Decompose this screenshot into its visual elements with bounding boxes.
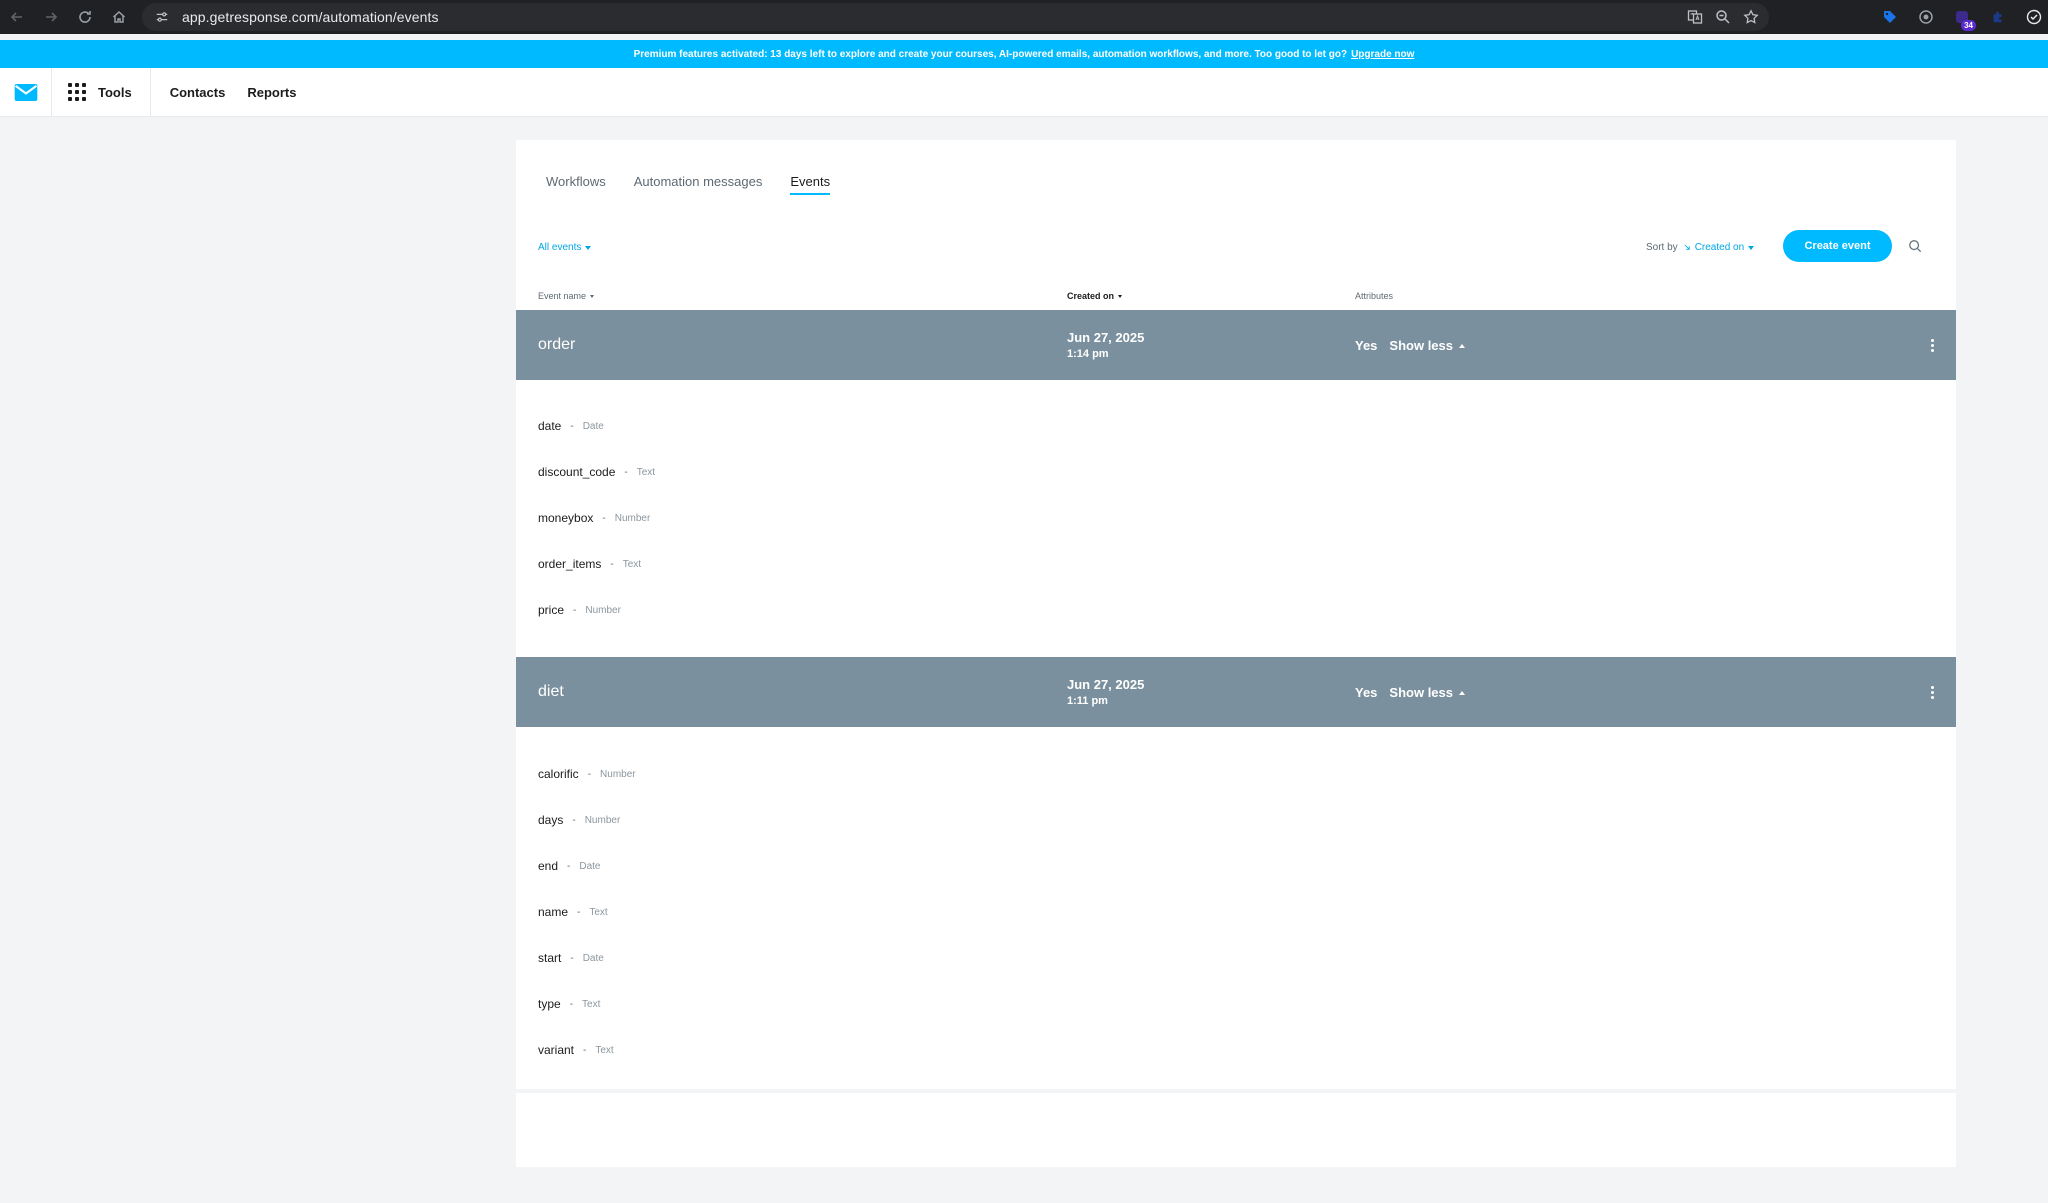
chevron-up-icon — [1459, 343, 1465, 348]
back-button[interactable] — [0, 0, 34, 34]
extension-tag-icon[interactable] — [1880, 7, 1900, 27]
sort-caret-icon — [590, 294, 595, 298]
list-item: price - Number — [538, 603, 621, 617]
column-header-attributes: Attributes — [1355, 291, 1394, 301]
tab-events[interactable]: Events — [790, 174, 830, 195]
app-header: Tools Contacts Reports — [0, 67, 2048, 117]
sort-descending-icon — [1684, 244, 1690, 250]
has-attributes-value: Yes — [1355, 338, 1378, 353]
tools-menu[interactable]: Tools — [52, 67, 151, 117]
promo-banner: Premium features activated: 13 days left… — [0, 40, 2048, 68]
zoom-icon[interactable] — [1715, 9, 1731, 25]
event-created-on: Jun 27, 2025 1:11 pm — [1067, 677, 1145, 707]
list-item: name - Text — [538, 905, 608, 919]
translate-icon[interactable] — [1687, 9, 1703, 25]
tab-workflows[interactable]: Workflows — [546, 174, 606, 195]
event-created-on: Jun 27, 2025 1:14 pm — [1067, 330, 1145, 360]
arrow-right-icon — [46, 12, 58, 22]
list-item: days - Number — [538, 813, 621, 827]
getresponse-logo[interactable] — [0, 67, 52, 117]
more-actions-icon[interactable] — [1926, 682, 1938, 702]
tools-label: Tools — [98, 84, 132, 100]
promo-text: Premium features activated: 13 days left… — [633, 48, 1348, 60]
chevron-down-icon — [1748, 245, 1755, 250]
event-attributes: Yes Show less — [1355, 685, 1465, 700]
list-item: date - Date — [538, 419, 604, 433]
sort-by-label: Sort by — [1646, 242, 1678, 253]
list-item: discount_code - Text — [538, 465, 656, 479]
url-text: app.getresponse.com/automation/events — [182, 9, 439, 25]
events-filter-dropdown[interactable]: All events — [538, 242, 592, 253]
events-card: Workflows Automation messages Events All… — [516, 140, 1956, 1167]
column-header-event-name[interactable]: Event name — [538, 291, 595, 301]
bookmark-star-icon[interactable] — [1743, 9, 1759, 25]
upgrade-link[interactable]: Upgrade now — [1351, 49, 1414, 60]
forward-button[interactable] — [34, 0, 68, 34]
sort-control: Sort by Created on — [1646, 242, 1755, 253]
sort-caret-icon — [1118, 294, 1123, 298]
automation-tabs: Workflows Automation messages Events — [546, 174, 830, 195]
show-less-toggle[interactable]: Show less — [1389, 338, 1465, 353]
chevron-down-icon — [585, 245, 592, 250]
show-less-toggle[interactable]: Show less — [1389, 685, 1465, 700]
profile-check-icon[interactable] — [2024, 7, 2044, 27]
more-actions-icon[interactable] — [1926, 335, 1938, 355]
apps-grid-icon — [68, 83, 86, 101]
envelope-logo-icon — [14, 83, 37, 101]
filter-label: All events — [538, 242, 582, 253]
create-event-button[interactable]: Create event — [1783, 230, 1892, 262]
home-button[interactable] — [102, 0, 136, 34]
list-item: variant - Text — [538, 1043, 614, 1057]
attribute-list-order: date - Date discount_code - Text moneybox - Nu… — [538, 403, 655, 633]
sort-dropdown[interactable]: Created on — [1684, 242, 1755, 253]
extension-count-badge: 34 — [1961, 20, 1976, 31]
nav-contacts[interactable]: Contacts — [170, 85, 226, 100]
list-item: start - Date — [538, 951, 604, 965]
sort-value: Created on — [1694, 242, 1745, 253]
extension-circle-icon[interactable] — [1916, 7, 1936, 27]
browser-toolbar: app.getresponse.com/automation/events 34 — [0, 0, 2048, 34]
extension-badge-icon[interactable]: 34 — [1952, 7, 1976, 31]
chevron-up-icon — [1459, 690, 1465, 695]
list-item: moneybox - Number — [538, 511, 651, 525]
extension-puzzle-icon[interactable] — [1988, 7, 2008, 27]
attribute-list-diet: calorific - Number days - Number end - Date na… — [538, 751, 636, 1073]
site-settings-icon[interactable] — [148, 3, 176, 31]
event-row-diet[interactable]: diet Jun 27, 2025 1:11 pm Yes Show less — [516, 657, 1956, 727]
reload-button[interactable] — [68, 0, 102, 34]
event-row-order[interactable]: order Jun 27, 2025 1:14 pm Yes Show less — [516, 310, 1956, 380]
search-button[interactable] — [1905, 236, 1925, 256]
has-attributes-value: Yes — [1355, 685, 1378, 700]
home-icon — [112, 10, 126, 23]
reload-icon — [79, 11, 91, 23]
list-item: end - Date — [538, 859, 601, 873]
event-attributes: Yes Show less — [1355, 338, 1465, 353]
address-bar[interactable]: app.getresponse.com/automation/events — [142, 3, 1769, 31]
tab-automation-messages[interactable]: Automation messages — [634, 174, 763, 195]
event-name: diet — [538, 683, 564, 700]
arrow-left-icon — [10, 12, 22, 22]
search-icon — [1909, 240, 1922, 253]
event-name: order — [538, 336, 576, 353]
section-divider — [516, 1089, 1956, 1093]
list-item: type - Text — [538, 997, 601, 1011]
nav-reports[interactable]: Reports — [247, 85, 296, 100]
list-item: order_items - Text — [538, 557, 642, 571]
list-item: calorific - Number — [538, 767, 636, 781]
column-header-created-on[interactable]: Created on — [1067, 291, 1123, 301]
